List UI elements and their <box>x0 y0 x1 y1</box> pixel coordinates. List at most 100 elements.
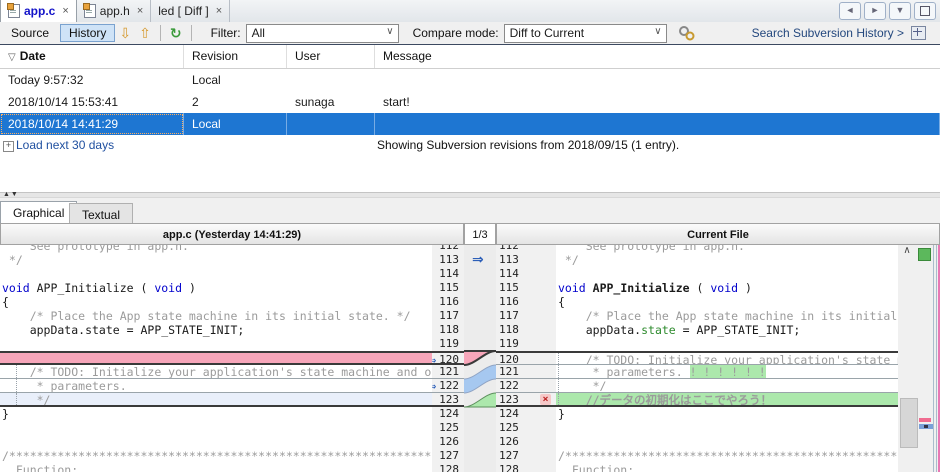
diff-view-tabs: Graphical Textual <box>0 197 940 224</box>
code-line: */ <box>0 393 432 407</box>
code-text: //データの初期化はここでやろう！ <box>558 393 772 407</box>
column-header-user[interactable]: User <box>287 45 375 68</box>
code-line: } <box>556 407 898 421</box>
error-stripe-changed-mark[interactable] <box>919 424 933 429</box>
history-cell: Local <box>184 69 287 91</box>
load-more-row: + Load next 30 days Showing Subversion r… <box>0 134 940 156</box>
line-number: 118 <box>439 323 459 336</box>
left-code-pane[interactable]: See prototype in app.h. */void APP_Initi… <box>0 245 433 472</box>
toolbar-separator <box>160 25 161 41</box>
line-number: 123 <box>439 393 459 406</box>
code-text: * parameters. <box>558 365 690 379</box>
settings-gears-icon[interactable] <box>677 25 697 41</box>
maximize-icon[interactable] <box>914 2 936 20</box>
line-number: 128 <box>499 463 519 472</box>
code-text: ) <box>182 281 196 295</box>
line-number: 123 <box>499 393 519 406</box>
code-line: */ <box>556 379 898 393</box>
line-number: 126 <box>439 435 459 448</box>
diff-nav-arrow-icon[interactable]: ⇒ <box>472 251 484 268</box>
code-line: /* TODO: Initialize your application's s… <box>556 351 898 365</box>
code-text: See prototype in app.h. <box>558 245 745 253</box>
scrollbar-thumb[interactable] <box>900 398 918 448</box>
history-cell: 2018/10/14 15:53:41 <box>0 91 184 113</box>
code-text: /***************************************… <box>2 449 432 463</box>
expand-plus-icon[interactable]: + <box>3 141 14 152</box>
code-text: See prototype in app.h. <box>2 245 189 253</box>
line-number: 122 <box>499 379 519 392</box>
code-text: appData. <box>558 323 641 337</box>
code-line: Function: <box>556 463 898 472</box>
compare-mode-select[interactable]: Diff to Current ∨ <box>504 24 667 43</box>
rail-divider <box>936 245 937 472</box>
code-text: } <box>558 407 565 421</box>
column-header-message[interactable]: Message <box>375 45 940 68</box>
pin-view-icon[interactable] <box>911 26 926 40</box>
code-text: /* TODO: Initialize your application's s… <box>2 365 432 379</box>
left-file-title: app.c (Yesterday 14:41:29) <box>0 223 464 245</box>
line-number: 116 <box>499 295 519 308</box>
editor-tab-app-h[interactable]: app.h × <box>77 0 151 22</box>
history-cell: Today 9:57:32 <box>0 69 184 91</box>
close-icon[interactable]: × <box>137 5 143 17</box>
history-row[interactable]: 2018/10/14 15:53:412sunagastart! <box>0 91 940 113</box>
error-stripe-removed-mark[interactable] <box>919 418 931 422</box>
close-icon[interactable]: × <box>62 5 68 17</box>
line-number: 114 <box>439 267 459 280</box>
code-line: /* TODO: Initialize your application's s… <box>0 365 432 379</box>
right-code-pane[interactable]: See prototype in app.h. */void APP_Initi… <box>556 245 899 472</box>
editor-tab-label: app.h <box>100 4 130 18</box>
history-toolbar: Source History ⇩ ⇧ ↻ Filter: All ∨ Compa… <box>0 22 940 46</box>
code-line: //データの初期化はここでやろう！ <box>556 393 898 407</box>
load-next-30-days-link[interactable]: Load next 30 days <box>16 138 114 152</box>
code-text: /* TODO: Initialize your application's s… <box>558 353 898 365</box>
line-number: 116 <box>439 295 459 308</box>
line-number: 117 <box>499 309 519 322</box>
search-subversion-history-link[interactable]: Search Subversion History > <box>752 26 904 40</box>
line-number: 112 <box>439 245 459 252</box>
filter-select[interactable]: All ∨ <box>246 24 399 43</box>
close-icon[interactable]: × <box>216 5 222 17</box>
history-cell <box>287 69 375 91</box>
scroll-tabs-right-icon[interactable]: ► <box>864 2 886 20</box>
line-number: 127 <box>499 449 519 462</box>
error-stripe-ok-square <box>918 248 931 261</box>
diff-box-border <box>558 353 559 364</box>
scroll-up-icon[interactable]: ∧ <box>900 245 914 258</box>
tab-graphical[interactable]: Graphical <box>0 201 77 224</box>
column-header-revision[interactable]: Revision <box>184 45 287 68</box>
rollback-cross-icon[interactable]: × <box>540 394 551 405</box>
code-line: /* Place the App state machine in its in… <box>0 309 432 323</box>
c-file-icon <box>8 4 20 18</box>
tab-textual[interactable]: Textual <box>69 203 133 224</box>
diff-connector-strip: ⇒ <box>464 245 497 472</box>
code-line: } <box>0 407 432 421</box>
code-text: { <box>558 295 565 309</box>
next-diff-arrow-icon[interactable]: ⇩ <box>119 26 131 40</box>
code-line <box>556 337 898 351</box>
code-text: /***************************************… <box>558 449 898 463</box>
code-text: ( <box>690 281 711 295</box>
code-line <box>556 435 898 449</box>
line-number: 121 <box>499 365 519 378</box>
prev-diff-arrow-icon[interactable]: ⇧ <box>139 26 151 40</box>
refresh-icon[interactable]: ↻ <box>170 26 182 40</box>
tab-list-dropdown-icon[interactable]: ▼ <box>889 2 911 20</box>
editor-tab-app-c[interactable]: app.c × <box>0 0 77 22</box>
editor-tab-led-diff[interactable]: led [ Diff ] × <box>151 0 230 22</box>
history-button[interactable]: History <box>60 24 115 42</box>
chevron-down-icon: ∨ <box>654 26 661 37</box>
column-header-date[interactable]: ▽Date <box>0 45 184 68</box>
code-text: ! ! ! ! ! ! <box>690 365 766 379</box>
line-number: 112 <box>499 245 519 252</box>
history-row-selected[interactable]: 2018/10/14 14:41:29Local <box>0 113 940 135</box>
editor-tab-label: led [ Diff ] <box>158 4 208 18</box>
history-row[interactable]: Today 9:57:32Local <box>0 69 940 91</box>
editor-tabbar: app.c × app.h × led [ Diff ] × ◄ ► ▼ <box>0 0 940 23</box>
source-button[interactable]: Source <box>2 24 58 42</box>
apply-diff-arrow-icon[interactable]: ⇒ <box>432 379 436 393</box>
scroll-tabs-left-icon[interactable]: ◄ <box>839 2 861 20</box>
line-number: 119 <box>439 337 459 350</box>
line-number: 115 <box>439 281 459 294</box>
code-line <box>0 337 432 351</box>
